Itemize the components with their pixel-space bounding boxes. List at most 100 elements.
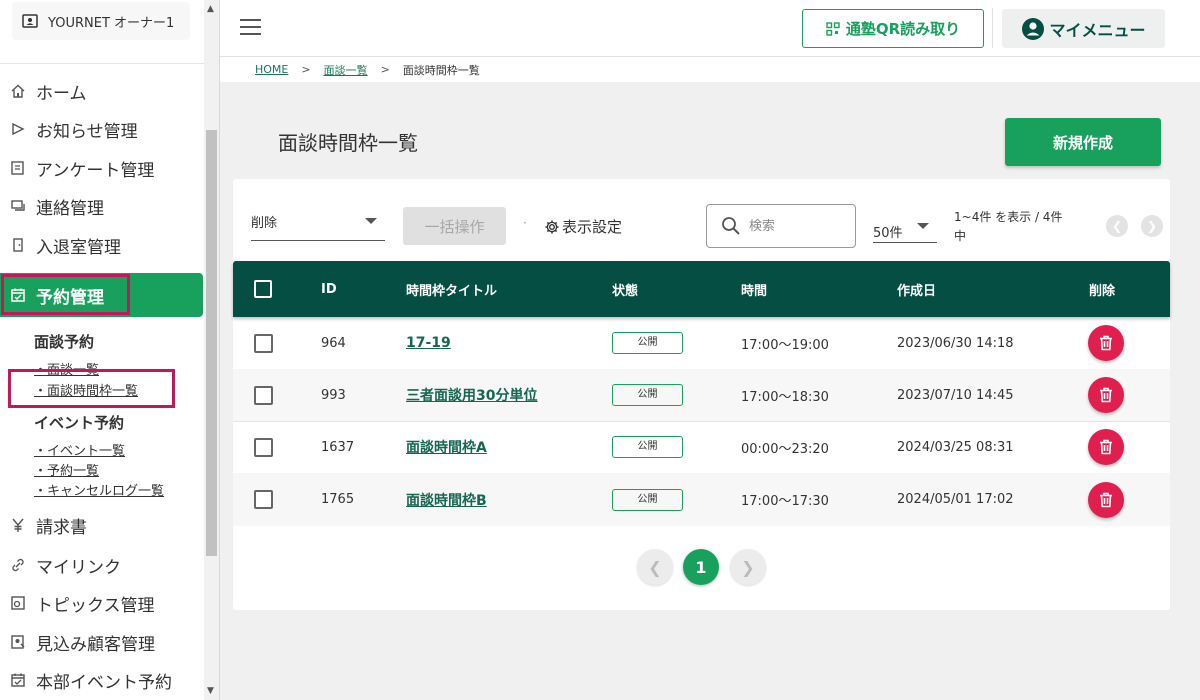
timeslot-list-card: 削除 一括操作 · 表示設定 50件 1~4件 を表示 / 4件中 ❮ ❯ ID… — [233, 179, 1170, 610]
row-id: 993 — [321, 387, 346, 403]
account-icon — [22, 14, 38, 28]
sidebar-item-prospects[interactable]: 見込み顧客管理 — [0, 623, 204, 661]
trash-icon — [1100, 387, 1112, 403]
row-id: 1765 — [321, 492, 355, 507]
sidebar-item-contact[interactable]: 連絡管理 — [0, 187, 204, 225]
hamburger-menu-icon[interactable] — [240, 19, 261, 40]
scroll-up-arrow-icon[interactable]: ▲ — [207, 4, 214, 14]
breadcrumb-separator: > — [301, 63, 311, 76]
prev-page-mini-button[interactable]: ❮ — [1106, 215, 1128, 237]
pagination-page-current[interactable]: 1 — [683, 549, 719, 585]
row-time: 17:00〜18:30 — [741, 389, 829, 405]
sidebar-item-label: 請求書 — [36, 517, 87, 538]
row-checkbox[interactable] — [254, 437, 273, 457]
home-icon — [11, 84, 25, 98]
sidebar-item-survey[interactable]: アンケート管理 — [0, 149, 204, 187]
col-header-id[interactable]: ID — [321, 261, 337, 317]
range-info: 1~4件 を表示 / 4件中 — [954, 210, 1063, 243]
sidebar-item-entry-exit[interactable]: 入退室管理 — [0, 226, 204, 264]
breadcrumb-home[interactable]: HOME — [255, 63, 288, 76]
sidebar-item-label: 連絡管理 — [36, 198, 104, 219]
sidebar-item-label: アンケート管理 — [36, 160, 155, 181]
sidebar-item-label: トピックス管理 — [36, 595, 155, 616]
display-settings-button[interactable]: 表示設定 — [544, 216, 622, 237]
search-field[interactable] — [706, 204, 856, 248]
sidebar-item-hq-event[interactable]: 本部イベント予約 — [0, 661, 204, 699]
status-badge: 公開 — [612, 436, 683, 458]
sidebar-item-label: お知らせ管理 — [36, 121, 138, 142]
bulk-action-button[interactable]: 一括操作 — [403, 207, 506, 245]
sidebar-item-topics[interactable]: トピックス管理 — [0, 584, 204, 622]
col-header-time[interactable]: 時間 — [741, 261, 767, 317]
table-row: 1765 面談時間枠B 公開 17:00〜17:30 2024/05/01 17… — [233, 473, 1170, 526]
search-icon — [722, 217, 740, 235]
status-badge: 公開 — [612, 384, 683, 406]
delete-button[interactable] — [1088, 481, 1124, 518]
qr-scan-button[interactable]: 通塾QR読み取り — [802, 9, 984, 48]
account-name: YOURNET オーナー1 — [48, 15, 175, 31]
row-created: 2024/05/01 17:02 — [897, 492, 1014, 507]
row-title-link[interactable]: 面談時間枠B — [406, 490, 487, 510]
breadcrumb-interview-list[interactable]: 面談一覧 — [324, 62, 368, 78]
dropdown-arrow-icon — [365, 218, 377, 224]
chevron-left-icon: ❮ — [1111, 219, 1123, 233]
row-checkbox[interactable] — [254, 385, 273, 405]
submenu-link-timeslot-list[interactable]: ・面談時間枠一覧 — [34, 380, 138, 399]
row-created: 2023/06/30 14:18 — [897, 335, 1014, 351]
chevron-left-icon: ❮ — [648, 557, 662, 577]
per-page-select[interactable]: 50件 — [873, 217, 937, 243]
delete-button[interactable] — [1088, 429, 1124, 465]
submenu-link-interview-list[interactable]: ・面談一覧 — [34, 359, 99, 378]
account-switcher[interactable]: YOURNET オーナー1 — [12, 2, 190, 40]
sidebar-scrollbar[interactable]: ▲ ▼ — [204, 0, 219, 700]
trash-icon — [1100, 335, 1112, 351]
pagination-prev-button[interactable]: ❮ — [637, 549, 673, 585]
delete-button[interactable] — [1088, 325, 1124, 361]
submenu-link-cancel-log[interactable]: ・キャンセルログ一覧 — [34, 480, 164, 499]
breadcrumb: HOME > 面談一覧 > 面談時間枠一覧 — [220, 57, 1200, 82]
select-all-checkbox[interactable] — [254, 280, 272, 298]
row-title-link[interactable]: 17-19 — [406, 335, 451, 351]
scrollbar-thumb[interactable] — [206, 130, 217, 556]
per-page-value: 50件 — [873, 226, 903, 241]
user-avatar-icon — [1022, 17, 1045, 40]
sidebar-item-mylink[interactable]: マイリンク — [0, 546, 204, 584]
row-checkbox[interactable] — [254, 333, 273, 353]
row-title-link[interactable]: 三者面談用30分単位 — [406, 385, 537, 405]
sidebar-item-reservation[interactable]: 予約管理 — [0, 273, 203, 317]
sidebar-item-home[interactable]: ホーム — [0, 72, 204, 110]
next-page-mini-button[interactable]: ❯ — [1141, 215, 1163, 237]
col-header-status[interactable]: 状態 — [612, 261, 638, 317]
sidebar-item-label: 予約管理 — [36, 287, 104, 308]
submenu-link-event-list[interactable]: ・イベント一覧 — [34, 440, 125, 459]
status-badge: 公開 — [612, 332, 683, 354]
delete-button[interactable] — [1088, 377, 1124, 413]
sidebar-item-invoice[interactable]: 請求書 — [0, 506, 204, 544]
row-id: 964 — [321, 335, 346, 351]
sidebar-item-label: マイリンク — [36, 557, 121, 578]
submenu-link-booking-list[interactable]: ・予約一覧 — [34, 460, 99, 479]
scroll-down-arrow-icon[interactable]: ▼ — [207, 686, 214, 696]
send-icon — [12, 122, 25, 136]
qr-code-icon — [826, 21, 840, 36]
bulk-action-select[interactable]: 削除 — [251, 212, 385, 241]
col-header-created[interactable]: 作成日 — [897, 261, 936, 317]
header-divider — [992, 8, 993, 48]
search-input[interactable] — [749, 218, 839, 234]
sidebar-item-label: 入退室管理 — [36, 237, 121, 258]
breadcrumb-separator: > — [380, 63, 390, 76]
sidebar-divider — [0, 63, 204, 64]
row-time: 17:00〜17:30 — [741, 494, 829, 509]
row-time: 00:00〜23:20 — [741, 441, 829, 457]
sidebar-item-label: 本部イベント予約 — [36, 672, 172, 693]
table-row: 1637 面談時間枠A 公開 00:00〜23:20 2024/03/25 08… — [233, 421, 1170, 474]
col-header-title[interactable]: 時間枠タイトル — [406, 261, 497, 317]
row-checkbox[interactable] — [254, 490, 273, 509]
sidebar-item-notices[interactable]: お知らせ管理 — [0, 110, 204, 148]
row-title-link[interactable]: 面談時間枠A — [406, 437, 487, 457]
my-menu-label: マイメニュー — [1049, 20, 1146, 40]
qr-scan-label: 通塾QR読み取り — [845, 20, 961, 38]
create-new-button[interactable]: 新規作成 — [1005, 118, 1161, 166]
my-menu-button[interactable]: マイメニュー — [1002, 9, 1165, 48]
pagination-next-button[interactable]: ❯ — [730, 549, 766, 585]
